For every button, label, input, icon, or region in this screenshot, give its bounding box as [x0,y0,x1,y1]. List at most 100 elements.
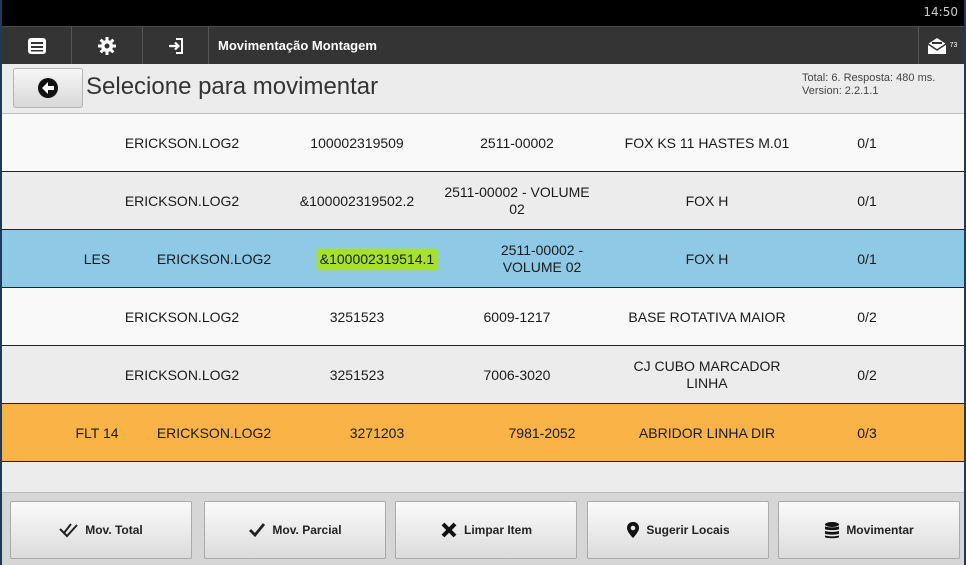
row-code-text: 3271203 [349,424,405,441]
row-description-text: FOX H [685,250,729,267]
row-description-text: FOX KS 11 HASTES M.01 [624,134,790,151]
row-code: &100002319502.2 [282,172,432,230]
row-reference: 6009-1217 [442,288,592,346]
map-marker-icon [627,522,640,538]
limpar-item-button[interactable]: Limpar Item [395,501,577,559]
total-response-text: Total: 6. Resposta: 480 ms. [802,72,936,84]
row-description: FOX H [612,172,802,230]
row-user-text: ERICKSON.LOG2 [124,366,240,383]
row-description-text: BASE ROTATIVA MAIOR [628,308,786,325]
mov-total-button[interactable]: Mov. Total [10,501,192,559]
response-info: Total: 6. Resposta: 480 ms. Version: 2.2… [802,72,935,98]
row-description: ABRIDOR LINHA DIR [622,404,792,462]
row-reference: 7981-2052 [472,404,612,462]
row-reference-text: 2511-00002 - VOLUME 02 [444,184,590,217]
sugerir-locais-button[interactable]: Sugerir Locais [587,501,769,559]
row-code: 3251523 [282,288,432,346]
row-code: 100002319509 [282,114,432,172]
row-description-text: ABRIDOR LINHA DIR [638,424,776,441]
row-code-text: &100002319514.1 [316,248,438,270]
table-row[interactable]: ERICKSON.LOG2 3251523 6009-1217 BASE ROTATI… [2,288,964,346]
status-bar: 14:50 [2,0,964,26]
check-icon [249,523,266,538]
table-row[interactable]: ERICKSON.LOG2 &100002319502.2 2511-00002 -… [2,172,964,230]
login-button[interactable] [143,27,209,65]
mov-parcial-label: Mov. Parcial [272,523,342,537]
row-reference: 2511-00002 - VOLUME 02 [472,230,612,288]
table-row[interactable]: LES ERICKSON.LOG2 &100002319514.1 2511-0000… [2,230,964,288]
row-quantity-text: 0/1 [857,250,877,267]
row-user-text: ERICKSON.LOG2 [124,308,240,325]
row-quantity: 0/1 [822,172,912,230]
sugerir-locais-label: Sugerir Locais [646,523,730,537]
row-code: 3251523 [282,346,432,404]
double-check-icon [59,523,78,538]
page-title: Selecione para movimentar [86,73,379,100]
clock: 14:50 [923,5,958,19]
row-quantity-text: 0/2 [857,366,877,383]
table-row[interactable]: ERICKSON.LOG2 3251523 7006-3020 CJ CUBO MAR… [2,346,964,404]
row-reference-text: 7006-3020 [483,366,551,383]
row-description: FOX H [622,230,792,288]
row-description-text: CJ CUBO MARCADOR LINHA [633,358,781,391]
row-user-text: ERICKSON.LOG2 [124,134,240,151]
gear-icon [98,37,116,55]
limpar-item-label: Limpar Item [463,523,532,537]
table-row[interactable]: FLT 14 ERICKSON.LOG2 3271203 7981-2052 ABRID… [2,404,964,462]
messages-button[interactable]: 73 [918,27,964,65]
row-user-text: ERICKSON.LOG2 [156,424,272,441]
movimentar-label: Movimentar [846,523,914,537]
row-description: CJ CUBO MARCADOR LINHA [612,346,802,404]
row-user-text: ERICKSON.LOG2 [156,250,272,267]
row-user: ERICKSON.LOG2 [97,114,267,172]
mov-total-label: Mov. Total [85,523,143,537]
row-user: ERICKSON.LOG2 [97,288,267,346]
database-icon [825,522,840,539]
header-bar: Selecione para movimentar Total: 6. Resp… [2,64,964,114]
app-window: 14:50 Movimentação Montagem 73 Selecione… [2,0,964,565]
row-description-text: FOX H [685,192,729,209]
table-row[interactable]: ERICKSON.LOG2 100002319509 2511-00002 FOX K… [2,114,964,172]
version-text: Version: 2.2.1.1 [802,85,879,97]
arrow-left-circle-icon [38,78,58,98]
row-user: ERICKSON.LOG2 [97,346,267,404]
row-quantity: 0/2 [822,288,912,346]
row-reference-text: 2511-00002 [480,134,554,151]
row-code-text: &100002319502.2 [299,192,415,209]
movimentar-button[interactable]: Movimentar [778,501,960,559]
row-quantity: 0/1 [822,230,912,288]
row-user-text: ERICKSON.LOG2 [124,192,240,209]
message-count: 73 [949,41,958,49]
mail-icon [927,38,947,54]
row-code: 3271203 [292,404,462,462]
settings-button[interactable] [72,27,143,65]
back-button[interactable] [13,68,83,108]
row-quantity-text: 0/1 [857,192,877,209]
row-quantity-text: 0/3 [857,424,877,441]
row-user: ERICKSON.LOG2 [134,404,294,462]
row-quantity: 0/2 [822,346,912,404]
action-bar: Movimentação Montagem 73 [2,26,964,65]
row-description: FOX KS 11 HASTES M.01 [612,114,802,172]
menu-button[interactable] [2,27,72,65]
row-prefix-text: FLT 14 [75,424,119,441]
sign-in-icon [168,38,183,54]
row-user: ERICKSON.LOG2 [134,230,294,288]
row-quantity: 0/3 [822,404,912,462]
row-prefix: FLT 14 [62,404,132,462]
row-reference-text: 6009-1217 [483,308,551,325]
row-code-text: 3251523 [329,308,385,325]
row-quantity-text: 0/2 [857,308,877,325]
row-code: &100002319514.1 [292,230,462,288]
row-reference: 2511-00002 [442,114,592,172]
menu-list-icon [27,38,46,54]
row-prefix: LES [62,230,132,288]
row-user: ERICKSON.LOG2 [97,172,267,230]
row-reference: 7006-3020 [442,346,592,404]
row-reference-text: 7981-2052 [508,424,576,441]
x-icon [441,522,457,538]
footer-toolbar: Mov. Total Mov. Parcial Limpar Item Suge… [2,492,964,565]
mov-parcial-button[interactable]: Mov. Parcial [204,501,386,559]
row-description: BASE ROTATIVA MAIOR [612,288,802,346]
row-code-text: 3251523 [329,366,385,383]
